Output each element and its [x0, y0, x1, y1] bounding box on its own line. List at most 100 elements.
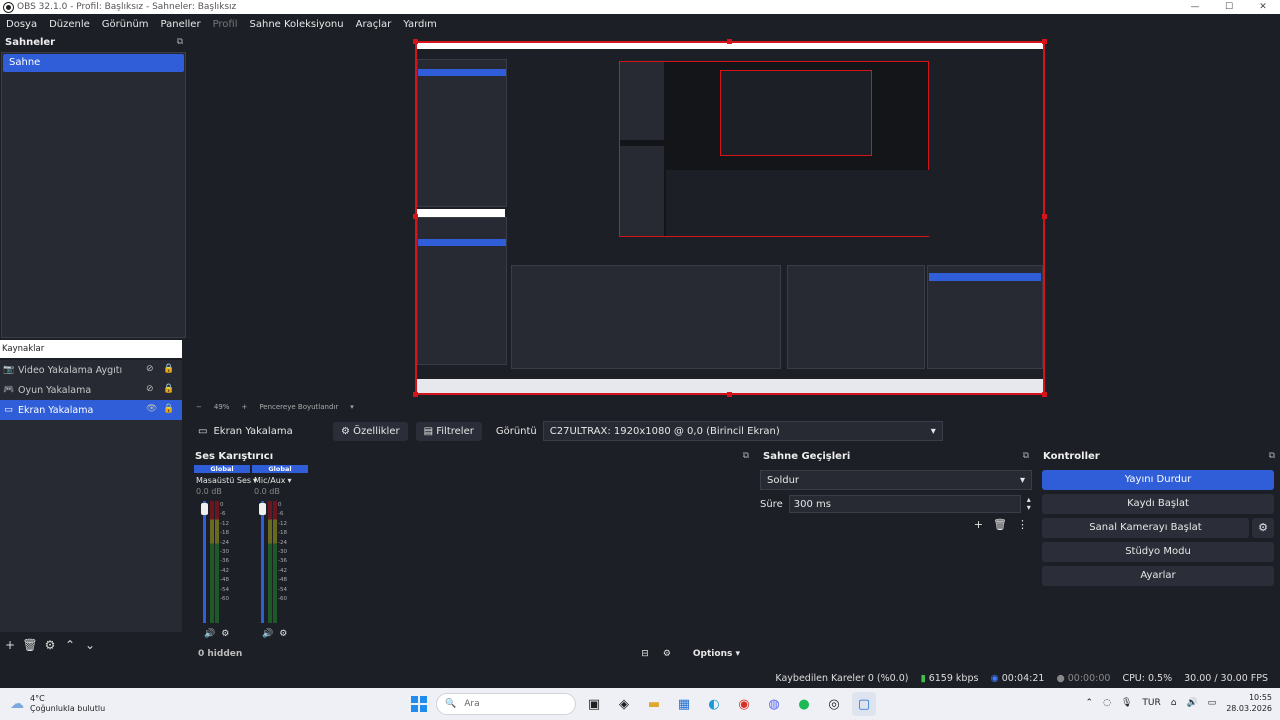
source-item-game-capture[interactable]: 🎮 Oyun Yakalama ⊘ 🔒: [0, 380, 182, 400]
volume-meter: [259, 501, 277, 623]
channel-settings-icon[interactable]: ⚙: [221, 629, 229, 639]
taskbar-search[interactable]: 🔍 Ara: [436, 693, 576, 715]
zoom-in-button[interactable]: +: [241, 403, 247, 411]
more-options-icon[interactable]: ⋮: [1017, 518, 1028, 531]
resize-handle[interactable]: [1042, 214, 1047, 219]
menu-view[interactable]: Görünüm: [96, 19, 155, 30]
source-item-display-capture[interactable]: ▭ Ekran Yakalama 👁 🔒: [0, 400, 182, 420]
fit-to-window-label[interactable]: Pencereye Boyutlandır: [259, 403, 338, 411]
add-transition-icon[interactable]: +: [974, 518, 983, 531]
start-button[interactable]: [408, 693, 430, 715]
speaker-icon[interactable]: 🔊: [262, 629, 273, 639]
preview-canvas[interactable]: [415, 41, 1045, 395]
transition-select[interactable]: Soldur ▾: [760, 470, 1032, 490]
channel-db: 0.0 dB: [254, 487, 280, 496]
minimize-button[interactable]: —: [1178, 0, 1212, 14]
task-view-icon[interactable]: ▣: [582, 692, 606, 716]
display-select[interactable]: C27ULTRAX: 1920x1080 @ 0,0 (Birincil Ekr…: [542, 421, 943, 441]
resize-handle[interactable]: [413, 214, 418, 219]
volume-fader[interactable]: [201, 503, 208, 515]
cloud-icon: ☁: [10, 696, 24, 712]
remove-source-icon[interactable]: 🗑: [20, 638, 40, 652]
battery-icon[interactable]: ▭: [1208, 698, 1217, 708]
lock-icon[interactable]: 🔒: [163, 384, 174, 394]
filters-button[interactable]: ▤ Filtreler: [415, 421, 482, 441]
resize-handle[interactable]: [413, 39, 418, 44]
cpu-usage: CPU: 0.5%: [1122, 672, 1173, 684]
mixer-settings-icon[interactable]: ⚙: [663, 649, 671, 659]
menu-edit[interactable]: Düzenle: [43, 19, 96, 30]
clock-time: 10:55: [1248, 693, 1272, 702]
store-icon[interactable]: ▦: [672, 692, 696, 716]
menu-docks[interactable]: Paneller: [155, 19, 207, 30]
discord-icon[interactable]: ◍: [762, 692, 786, 716]
resize-handle[interactable]: [1042, 392, 1047, 397]
move-up-icon[interactable]: ⌃: [60, 638, 80, 652]
active-app-icon[interactable]: ▢: [852, 692, 876, 716]
move-down-icon[interactable]: ⌄: [80, 638, 100, 652]
weather-widget[interactable]: ☁ 4°C Çoğunlukla bulutlu: [10, 694, 105, 714]
source-settings-icon[interactable]: ⚙: [40, 638, 60, 652]
microphone-icon[interactable]: 🎙: [1121, 698, 1132, 708]
file-explorer-icon[interactable]: ▬: [642, 692, 666, 716]
transitions-title: Sahne Geçişleri: [763, 450, 851, 462]
visibility-hidden-icon[interactable]: ⊘: [146, 364, 154, 374]
channel-settings-icon[interactable]: ⚙: [279, 629, 287, 639]
chevron-down-icon[interactable]: ▾: [350, 403, 354, 411]
source-item-video-capture[interactable]: 📷 Video Yakalama Aygıtı ⊘ 🔒: [0, 360, 182, 380]
obs-icon[interactable]: ◎: [822, 692, 846, 716]
remove-transition-icon[interactable]: 🗑: [993, 518, 1007, 531]
volume-icon[interactable]: 🔊: [1186, 698, 1197, 708]
zoom-out-button[interactable]: −: [196, 403, 202, 411]
properties-button[interactable]: ⚙ Özellikler: [333, 421, 408, 441]
chevron-down-icon[interactable]: ▾: [288, 476, 292, 485]
resize-handle[interactable]: [413, 392, 418, 397]
title-bar: OBS 32.1.0 - Profil: Başlıksız - Sahnele…: [0, 0, 1280, 14]
undock-icon[interactable]: ⧉: [1269, 451, 1275, 461]
tray-app-icon[interactable]: ◌: [1103, 698, 1111, 708]
options-button[interactable]: Options ▾: [693, 649, 740, 659]
duration-input[interactable]: 300 ms: [788, 495, 1021, 513]
menu-file[interactable]: Dosya: [0, 19, 43, 30]
start-virtual-camera-button[interactable]: Sanal Kamerayı Başlat: [1042, 518, 1249, 538]
virtual-camera-settings-icon[interactable]: ⚙: [1252, 518, 1274, 538]
resize-handle[interactable]: [727, 39, 732, 44]
lock-icon[interactable]: 🔒: [163, 364, 174, 374]
add-source-icon[interactable]: +: [0, 638, 20, 652]
undock-icon[interactable]: ⧉: [743, 451, 749, 461]
resize-handle[interactable]: [727, 392, 732, 397]
language-indicator[interactable]: TUR: [1142, 698, 1160, 708]
maximize-button[interactable]: ☐: [1212, 0, 1246, 14]
tray-overflow-icon[interactable]: ⌃: [1086, 698, 1094, 708]
lock-icon[interactable]: 🔒: [163, 404, 174, 414]
eye-icon[interactable]: 👁: [146, 404, 157, 414]
menu-profile[interactable]: Profil: [207, 19, 244, 30]
copilot-icon[interactable]: ◈: [612, 692, 636, 716]
obs-logo-icon: [4, 2, 13, 12]
channel-tag: Global: [194, 465, 250, 473]
undock-icon[interactable]: ⧉: [177, 37, 183, 47]
resize-handle[interactable]: [1042, 39, 1047, 44]
edge-icon[interactable]: ◐: [702, 692, 726, 716]
clock[interactable]: 10:55 28.03.2026: [1226, 692, 1272, 714]
volume-fader-track[interactable]: [203, 501, 206, 623]
studio-mode-button[interactable]: Stüdyo Modu: [1042, 542, 1274, 562]
duration-stepper-icon[interactable]: ▴ ▾: [1027, 496, 1031, 512]
close-button[interactable]: ✕: [1246, 0, 1280, 14]
menu-tools[interactable]: Araçlar: [350, 19, 398, 30]
visibility-hidden-icon[interactable]: ⊘: [146, 384, 154, 394]
menu-help[interactable]: Yardım: [397, 19, 443, 30]
start-recording-button[interactable]: Kaydı Başlat: [1042, 494, 1274, 514]
layout-icon[interactable]: ⊟: [641, 649, 649, 659]
speaker-icon[interactable]: 🔊: [204, 629, 215, 639]
spotify-icon[interactable]: ●: [792, 692, 816, 716]
network-icon[interactable]: ⌂: [1171, 698, 1177, 708]
chrome-icon[interactable]: ◉: [732, 692, 756, 716]
scene-item[interactable]: Sahne: [3, 54, 184, 72]
menu-scene-collection[interactable]: Sahne Koleksiyonu: [244, 19, 350, 30]
volume-fader-track[interactable]: [261, 501, 264, 623]
undock-icon[interactable]: ⧉: [1023, 451, 1029, 461]
settings-button[interactable]: Ayarlar: [1042, 566, 1274, 586]
volume-fader[interactable]: [259, 503, 266, 515]
stop-stream-button[interactable]: Yayını Durdur: [1042, 470, 1274, 490]
